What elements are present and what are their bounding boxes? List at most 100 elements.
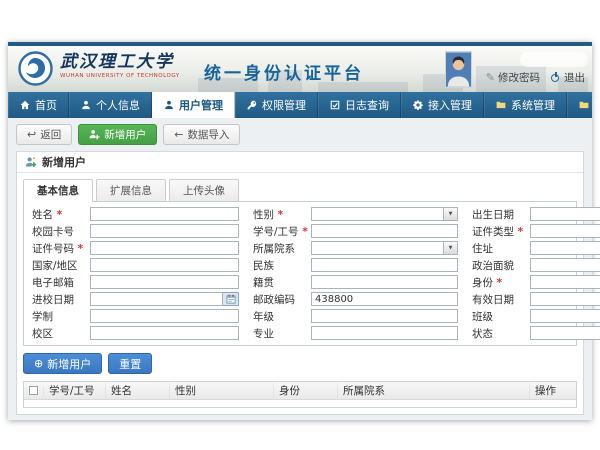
status-input[interactable] [530, 326, 600, 340]
field-label-email: 电子邮箱 [32, 275, 90, 290]
nav-item-log-query[interactable]: 日志查询 [318, 92, 401, 118]
required-asterisk: * [514, 226, 523, 238]
nav-item-subscription-management[interactable]: 订阅管理 [567, 92, 600, 118]
country-region-input[interactable] [90, 258, 239, 272]
column-department: 所属院系 [338, 383, 530, 398]
field-label-id-number: 证件号码 * [32, 241, 90, 256]
field-ethnicity: 民族 [253, 258, 458, 272]
field-name: 姓名 * [32, 207, 239, 221]
header: 武汉理工大学 WUHAN UNIVERSITY OF TECHNOLOGY 统一… [8, 46, 592, 92]
field-label-address: 住址 [472, 241, 530, 256]
required-asterisk: * [53, 209, 62, 221]
calendar-icon[interactable] [223, 292, 239, 306]
form-actions: ⊕ 新增用户 重置 [23, 353, 577, 374]
reset-button[interactable]: 重置 [108, 353, 152, 374]
tab-extended-info[interactable]: 扩展信息 [96, 179, 166, 201]
required-asterisk: * [74, 243, 83, 255]
university-name-cn: 武汉理工大学 [60, 54, 180, 71]
nav-item-user-management[interactable]: 用户管理 [152, 92, 235, 118]
data-import-label: 数据导入 [187, 127, 229, 142]
id-number-input[interactable] [90, 241, 239, 255]
campus-card-number-input[interactable] [90, 224, 239, 238]
identity-input[interactable] [530, 275, 600, 289]
field-entry-date: 进校日期 [32, 292, 239, 306]
political-status-input[interactable] [530, 258, 600, 272]
add-user-toolbar-label: 新增用户 [104, 127, 146, 142]
university-name-block: 武汉理工大学 WUHAN UNIVERSITY OF TECHNOLOGY [60, 54, 180, 80]
nav-item-label: 订阅管理 [594, 97, 600, 113]
add-user-toolbar-button[interactable]: 新增用户 [78, 124, 157, 145]
field-label-postal-code: 邮政编码 [253, 292, 311, 307]
student-id-input[interactable] [311, 224, 458, 238]
select-all-checkbox[interactable] [29, 386, 38, 395]
change-password-link[interactable]: ✎ 修改密码 [486, 70, 540, 85]
data-import-button[interactable]: ← 数据导入 [163, 124, 240, 145]
table-header-row: 学号/工号姓名性别身份所属院系操作 [24, 382, 576, 400]
field-department: 所属院系▼ [253, 241, 458, 255]
field-label-id-type: 证件类型 * [472, 224, 530, 239]
postal-code-input[interactable] [311, 292, 458, 306]
change-password-label: 修改密码 [498, 70, 540, 85]
logout-link[interactable]: 退出 [551, 70, 585, 85]
nav-item-permission-management[interactable]: 权限管理 [235, 92, 318, 118]
content-area: ↩ 返回 新增用户 ← 数据导入 新增用户 基本信息扩展信息上传头像 [8, 118, 592, 420]
nav-item-label: 系统管理 [511, 97, 555, 113]
gender-input[interactable] [311, 207, 444, 221]
import-arrow-icon: ← [174, 129, 183, 140]
submit-add-user-button[interactable]: ⊕ 新增用户 [23, 353, 102, 374]
field-identity: 身份 * [472, 275, 600, 289]
nav-item-home[interactable]: 首页 [8, 92, 69, 118]
field-label-schooling-length: 学制 [32, 309, 90, 324]
valid-date-input[interactable] [530, 292, 600, 306]
back-arrow-icon: ↩ [27, 129, 36, 140]
form-box: 姓名 *性别 *▼出生日期校园卡号学号/工号 *证件类型 *证件号码 *所属院系… [23, 201, 577, 346]
field-address: 住址 [472, 241, 600, 255]
nav-item-label: 用户管理 [179, 97, 223, 113]
nav-item-label: 权限管理 [262, 97, 306, 113]
nav-item-system-management[interactable]: 系统管理 [484, 92, 567, 118]
form-grid: 姓名 *性别 *▼出生日期校园卡号学号/工号 *证件类型 *证件号码 *所属院系… [24, 202, 576, 345]
required-asterisk: * [493, 277, 502, 289]
plus-circle-icon: ⊕ [34, 358, 43, 369]
field-label-valid-date: 有效日期 [472, 292, 530, 307]
schooling-length-input[interactable] [90, 309, 239, 323]
user-avatar [445, 51, 472, 88]
dropdown-arrow-icon[interactable]: ▼ [444, 207, 458, 221]
nav-item-profile[interactable]: 个人信息 [69, 92, 152, 118]
department-input[interactable] [311, 241, 444, 255]
back-button[interactable]: ↩ 返回 [16, 124, 72, 145]
select-all-cell [24, 386, 44, 395]
class-input[interactable] [530, 309, 600, 323]
field-label-identity: 身份 * [472, 275, 530, 290]
required-asterisk: * [299, 226, 308, 238]
dropdown-arrow-icon[interactable]: ▼ [444, 241, 458, 255]
key-icon [247, 100, 257, 110]
address-input[interactable] [530, 241, 600, 255]
logout-label: 退出 [564, 70, 585, 85]
toolbar: ↩ 返回 新增用户 ← 数据导入 [16, 124, 584, 145]
grade-input[interactable] [311, 309, 458, 323]
entry-date-input[interactable] [90, 292, 223, 306]
panel-title: 新增用户 [42, 154, 86, 170]
name-input[interactable] [90, 207, 239, 221]
field-campus-card-number: 校园卡号 [32, 224, 239, 238]
major-input[interactable] [311, 326, 458, 340]
email-input[interactable] [90, 275, 239, 289]
id-type-input[interactable] [530, 224, 600, 238]
user-area-background [520, 52, 588, 67]
field-student-id: 学号/工号 * [253, 224, 458, 238]
nav-item-access-management[interactable]: 接入管理 [401, 92, 484, 118]
field-email: 电子邮箱 [32, 275, 239, 289]
person-icon [164, 100, 174, 110]
log-icon [330, 100, 340, 110]
pencil-icon: ✎ [486, 71, 495, 84]
birth-date-input[interactable] [530, 207, 600, 221]
native-place-input[interactable] [311, 275, 458, 289]
ethnicity-input[interactable] [311, 258, 458, 272]
field-valid-date: 有效日期 [472, 292, 600, 306]
tab-basic-info[interactable]: 基本信息 [23, 179, 93, 202]
tab-upload-avatar[interactable]: 上传头像 [169, 179, 239, 201]
field-label-entry-date: 进校日期 [32, 292, 90, 307]
campus-input[interactable] [90, 326, 239, 340]
field-status: 状态 [472, 326, 600, 340]
